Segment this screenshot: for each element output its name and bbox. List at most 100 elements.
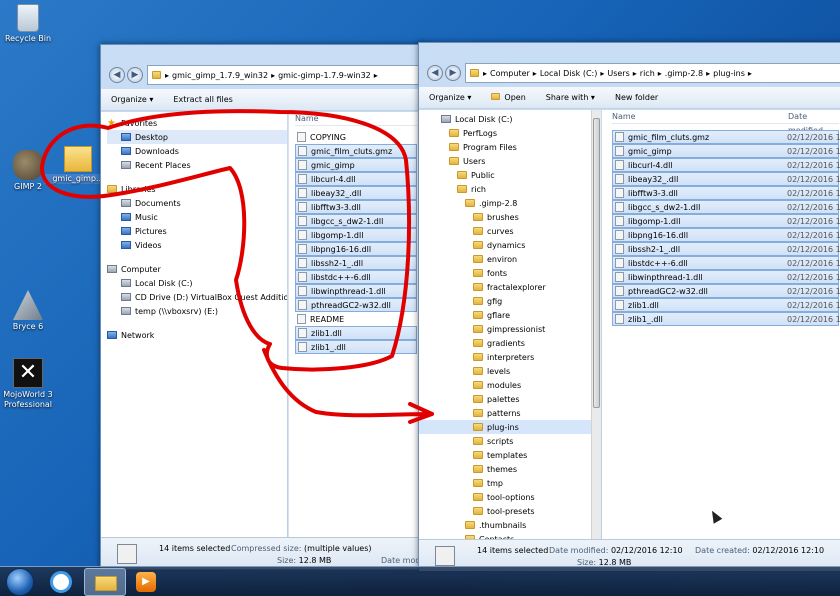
- file-row[interactable]: libstdc++-6.dll: [295, 270, 417, 284]
- nav-recent-places[interactable]: Recent Places: [107, 158, 287, 172]
- back-button[interactable]: ◀: [109, 67, 125, 83]
- file-row[interactable]: libeay32_.dll: [295, 186, 417, 200]
- nav-cd-drive[interactable]: CD Drive (D:) VirtualBox Guest Additions: [107, 290, 287, 304]
- file-row[interactable]: pthreadGC2-w32.dll 02/12/2016 1: [612, 284, 840, 298]
- tree-item[interactable]: .gimp-2.8: [419, 196, 591, 210]
- tree-item[interactable]: rich: [419, 182, 591, 196]
- nav-libraries[interactable]: Libraries: [107, 182, 287, 196]
- tree-item[interactable]: tool-presets: [419, 504, 591, 518]
- tree-item[interactable]: scripts: [419, 434, 591, 448]
- extract-all-button[interactable]: Extract all files: [163, 95, 242, 104]
- nav-pictures[interactable]: Pictures: [107, 224, 287, 238]
- share-with-button[interactable]: Share with ▾: [536, 93, 605, 102]
- tree-item[interactable]: tmp: [419, 476, 591, 490]
- bryce-shortcut[interactable]: Bryce 6: [0, 290, 62, 332]
- file-row[interactable]: libfftw3-3.dll: [295, 200, 417, 214]
- tree-item[interactable]: Local Disk (C:): [419, 112, 591, 126]
- file-row[interactable]: libcurl-4.dll 02/12/2016 1: [612, 158, 840, 172]
- tree-item[interactable]: environ: [419, 252, 591, 266]
- file-row[interactable]: gmic_film_cluts.gmz: [295, 144, 417, 158]
- nav-music[interactable]: Music: [107, 210, 287, 224]
- tree-item[interactable]: gflare: [419, 308, 591, 322]
- column-header-name[interactable]: Name: [295, 112, 417, 126]
- breadcrumb-item[interactable]: rich: [640, 69, 655, 78]
- tree-item[interactable]: Program Files: [419, 140, 591, 154]
- tree-item[interactable]: templates: [419, 448, 591, 462]
- file-row[interactable]: COPYING: [295, 130, 417, 144]
- file-row[interactable]: libgcc_s_dw2-1.dll 02/12/2016 1: [612, 200, 840, 214]
- nav-network-share[interactable]: temp (\\vboxsrv) (E:): [107, 304, 287, 318]
- nav-videos[interactable]: Videos: [107, 238, 287, 252]
- recycle-bin-shortcut[interactable]: Recycle Bin: [0, 4, 62, 44]
- file-row[interactable]: libssh2-1_.dll 02/12/2016 1: [612, 242, 840, 256]
- file-row[interactable]: gmic_film_cluts.gmz 02/12/2016 1: [612, 130, 840, 144]
- nav-documents[interactable]: Documents: [107, 196, 287, 210]
- tree-item[interactable]: interpreters: [419, 350, 591, 364]
- tree-item[interactable]: curves: [419, 224, 591, 238]
- file-row[interactable]: libstdc++-6.dll 02/12/2016 1: [612, 256, 840, 270]
- new-folder-button[interactable]: New folder: [605, 93, 668, 102]
- file-row[interactable]: libgcc_s_dw2-1.dll: [295, 214, 417, 228]
- file-row[interactable]: zlib1.dll 02/12/2016 1: [612, 298, 840, 312]
- tree-item[interactable]: plug-ins: [419, 420, 591, 434]
- breadcrumb-item[interactable]: Computer: [490, 69, 530, 78]
- nav-local-disk[interactable]: Local Disk (C:): [107, 276, 287, 290]
- tree-item[interactable]: fonts: [419, 266, 591, 280]
- internet-explorer-icon[interactable]: [50, 571, 72, 593]
- breadcrumb-item[interactable]: Users: [607, 69, 629, 78]
- file-row[interactable]: zlib1_.dll: [295, 340, 417, 354]
- explorer-taskbar-button[interactable]: [84, 568, 126, 596]
- forward-button[interactable]: ▶: [445, 65, 461, 81]
- nav-favorites[interactable]: ★ Favorites: [107, 116, 287, 130]
- file-row[interactable]: libgomp-1.dll 02/12/2016 1: [612, 214, 840, 228]
- scroll-thumb[interactable]: [593, 118, 600, 408]
- file-row[interactable]: gmic_gimp 02/12/2016 1: [612, 144, 840, 158]
- breadcrumb-item[interactable]: Local Disk (C:): [540, 69, 598, 78]
- media-player-icon[interactable]: ▶: [136, 572, 156, 592]
- file-row[interactable]: libgomp-1.dll: [295, 228, 417, 242]
- zip-explorer-window[interactable]: ◀ ▶ ▸ gmic_gimp_1.7.9_win32 ▸ gmic-gimp-1…: [100, 44, 424, 570]
- nav-network[interactable]: Network: [107, 328, 287, 342]
- tree-item[interactable]: Contacts: [419, 532, 591, 539]
- tree-item[interactable]: PerfLogs: [419, 126, 591, 140]
- tree-item[interactable]: dynamics: [419, 238, 591, 252]
- tree-item[interactable]: brushes: [419, 210, 591, 224]
- tree-item[interactable]: modules: [419, 378, 591, 392]
- nav-computer[interactable]: Computer: [107, 262, 287, 276]
- tree-item[interactable]: Users: [419, 154, 591, 168]
- open-button[interactable]: Open: [481, 93, 535, 102]
- file-row[interactable]: libpng16-16.dll: [295, 242, 417, 256]
- plugins-explorer-window[interactable]: ◀ ▶ ▸ Computer ▸ Local Disk (C:) ▸ Users ▸ …: [418, 42, 840, 571]
- file-row[interactable]: libwinpthread-1.dll: [295, 284, 417, 298]
- tree-item[interactable]: gimpressionist: [419, 322, 591, 336]
- organize-button[interactable]: Organize ▾: [419, 93, 481, 102]
- file-row[interactable]: libssh2-1_.dll: [295, 256, 417, 270]
- breadcrumb-item[interactable]: gmic-gimp-1.7.9-win32: [278, 71, 371, 80]
- tree-item[interactable]: tool-options: [419, 490, 591, 504]
- breadcrumb-item[interactable]: gmic_gimp_1.7.9_win32: [172, 71, 268, 80]
- tree-item[interactable]: gradients: [419, 336, 591, 350]
- file-row[interactable]: libwinpthread-1.dll 02/12/2016 1: [612, 270, 840, 284]
- file-row[interactable]: libpng16-16.dll 02/12/2016 1: [612, 228, 840, 242]
- column-header-name[interactable]: Name: [612, 112, 636, 121]
- tree-item[interactable]: Public: [419, 168, 591, 182]
- file-row[interactable]: zlib1_.dll 02/12/2016 1: [612, 312, 840, 326]
- tree-item[interactable]: patterns: [419, 406, 591, 420]
- tree-item[interactable]: fractalexplorer: [419, 280, 591, 294]
- file-row[interactable]: pthreadGC2-w32.dll: [295, 298, 417, 312]
- file-row[interactable]: libfftw3-3.dll 02/12/2016 1: [612, 186, 840, 200]
- start-button-icon[interactable]: [6, 568, 34, 596]
- organize-button[interactable]: Organize ▾: [101, 95, 163, 104]
- tree-scrollbar[interactable]: [591, 110, 601, 539]
- file-row[interactable]: gmic_gimp: [295, 158, 417, 172]
- address-bar[interactable]: ▸ gmic_gimp_1.7.9_win32 ▸ gmic-gimp-1.7.9…: [147, 65, 423, 85]
- nav-desktop[interactable]: Desktop: [107, 130, 287, 144]
- tree-item[interactable]: palettes: [419, 392, 591, 406]
- nav-downloads[interactable]: Downloads: [107, 144, 287, 158]
- mojoworld-shortcut[interactable]: ✕ MojoWorld 3 Professional: [0, 358, 62, 410]
- breadcrumb-item[interactable]: plug-ins: [713, 69, 745, 78]
- breadcrumb-item[interactable]: .gimp-2.8: [665, 69, 703, 78]
- file-row[interactable]: zlib1.dll: [295, 326, 417, 340]
- tree-item[interactable]: themes: [419, 462, 591, 476]
- file-row[interactable]: libeay32_.dll 02/12/2016 1: [612, 172, 840, 186]
